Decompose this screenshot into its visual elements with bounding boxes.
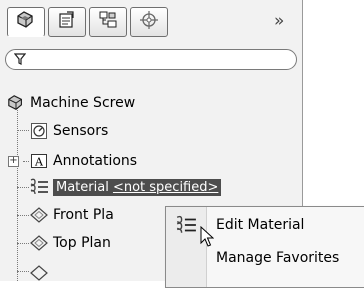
menu-item-label: Edit Material	[216, 217, 305, 233]
svg-text:A: A	[34, 156, 44, 169]
tree-item-label: Material	[56, 179, 109, 195]
tree-connector	[17, 108, 18, 281]
tree-item-label: Sensors	[53, 123, 109, 139]
configuration-manager-icon	[98, 10, 118, 34]
panel-tab-bar: »	[0, 0, 302, 44]
material-selected-label: Material <not specified>	[53, 178, 222, 196]
tree-item-label: Front Pla	[53, 207, 114, 223]
tree-connector	[17, 243, 29, 244]
tab-property-manager[interactable]	[48, 7, 86, 37]
overflow-chevron-icon[interactable]: »	[274, 11, 284, 31]
context-menu: Edit Material Manage Favorites	[165, 206, 364, 288]
sensors-icon	[29, 121, 49, 141]
tab-feature-manager[interactable]	[7, 7, 45, 37]
plane-icon	[29, 205, 49, 225]
menu-item-edit-material[interactable]: Edit Material	[166, 210, 364, 240]
feature-manager-icon	[15, 10, 37, 34]
plane-icon	[29, 233, 49, 253]
plane-icon	[29, 263, 49, 281]
mouse-pointer-icon	[200, 225, 215, 252]
filter-icon	[13, 53, 27, 69]
tree-root[interactable]: Machine Screw	[6, 92, 135, 114]
tree-item-top-plane[interactable]: Top Plan	[29, 232, 111, 254]
tree-item-sensors[interactable]: Sensors	[29, 120, 108, 142]
tab-dim-xpert[interactable]	[130, 7, 168, 37]
menu-item-manage-favorites[interactable]: Manage Favorites	[166, 243, 364, 273]
tree-item-front-plane[interactable]: Front Pla	[29, 204, 114, 226]
tree-root-label: Machine Screw	[30, 95, 136, 111]
material-icon	[29, 177, 49, 197]
part-icon	[6, 93, 26, 113]
tab-configuration-manager[interactable]	[89, 7, 127, 37]
tree-connector	[17, 130, 29, 131]
tree-item-label: Top Plan	[53, 235, 111, 251]
tree-item-partial-plane[interactable]	[29, 262, 53, 281]
tree-item-annotations[interactable]: A Annotations	[29, 150, 137, 172]
expand-toggle[interactable]: +	[8, 156, 19, 167]
tree-item-label: Annotations	[53, 153, 138, 169]
tree-connector	[17, 215, 29, 216]
tree-item-material[interactable]: Material <not specified>	[29, 176, 222, 198]
annotations-icon: A	[29, 151, 49, 171]
tree-connector	[17, 271, 29, 272]
filter-input[interactable]	[5, 49, 297, 70]
material-status-text: <not specified>	[112, 179, 219, 195]
property-manager-icon	[57, 10, 77, 34]
tree-connector	[17, 187, 29, 188]
menu-item-label: Manage Favorites	[216, 250, 340, 266]
dim-xpert-icon	[139, 10, 159, 34]
